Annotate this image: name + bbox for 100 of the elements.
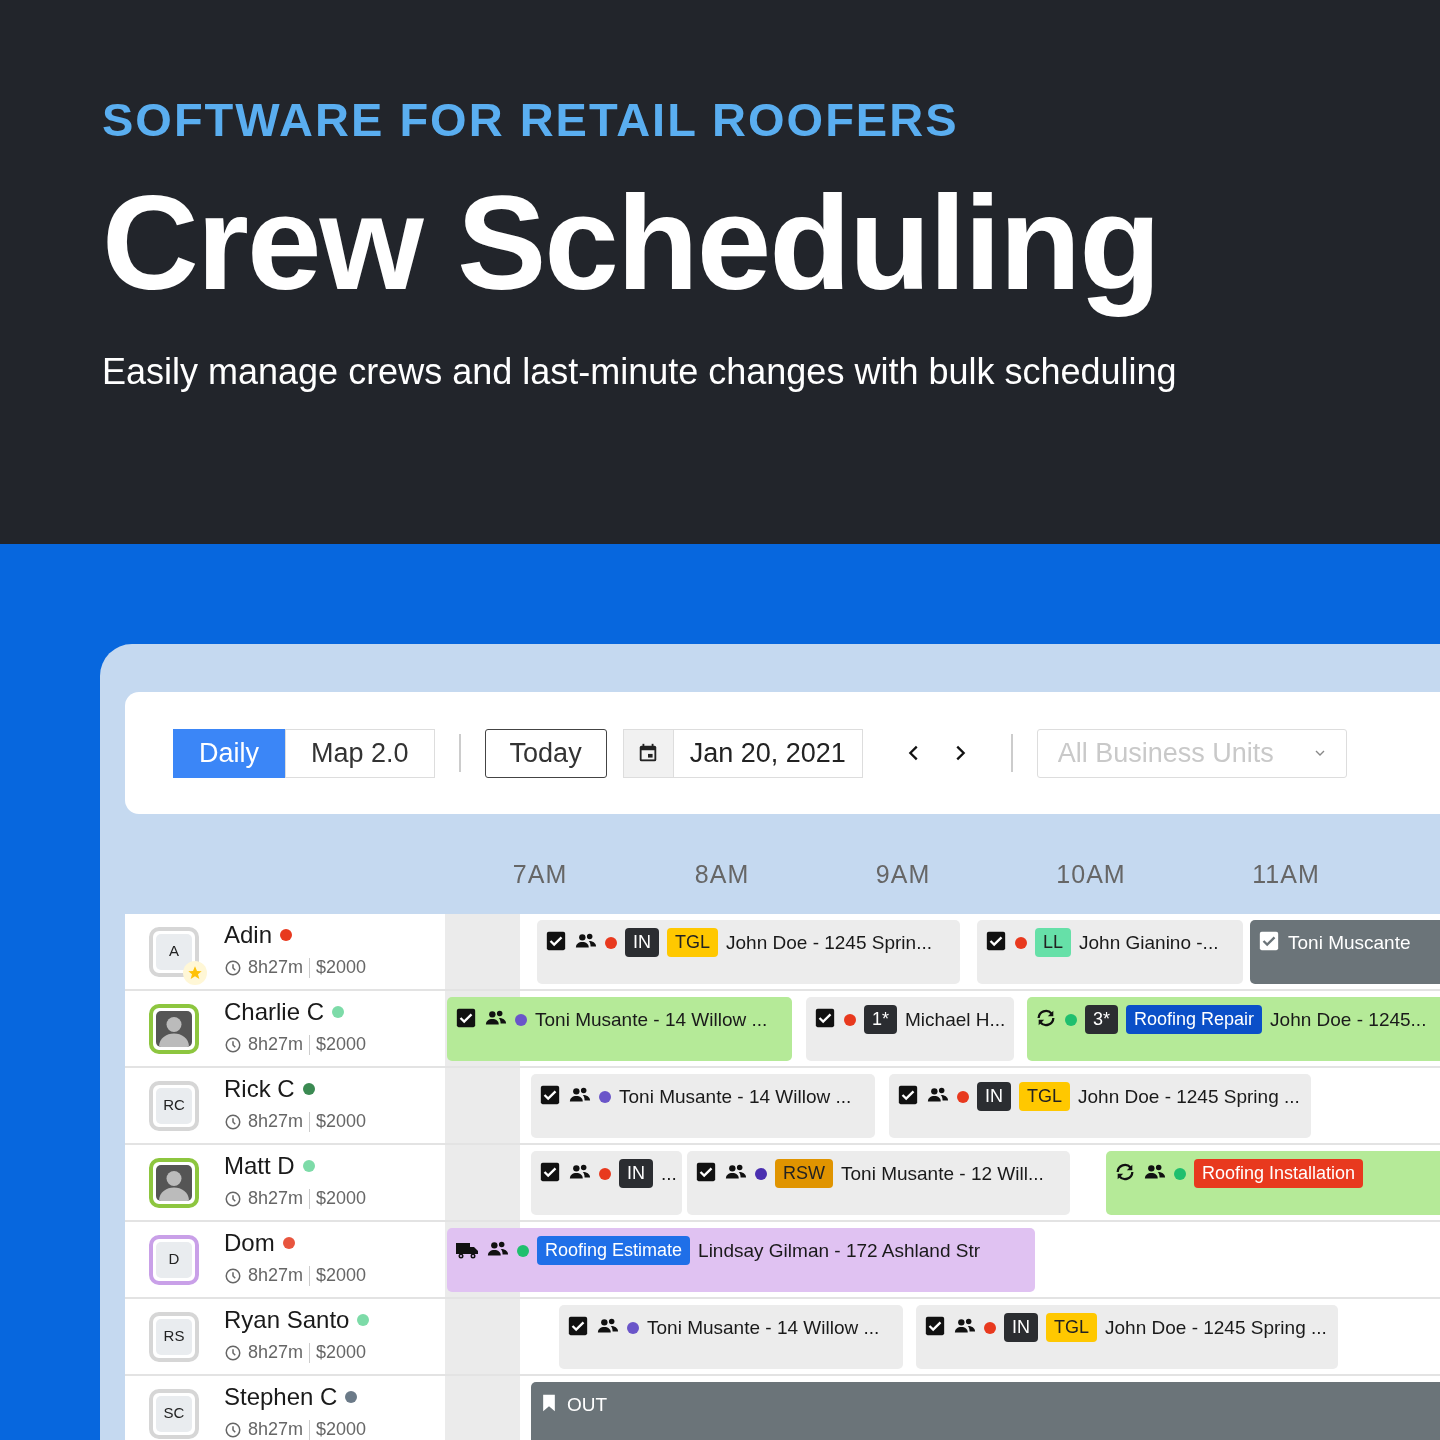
avatar-initials: RC (156, 1087, 192, 1124)
hours-text: 8h27m (248, 1110, 304, 1134)
amount-text: $2000 (316, 1110, 367, 1134)
job-event[interactable]: IN TGL John Doe - 1245 Spring ... (889, 1074, 1311, 1138)
event-text: John Doe - 1245 Sprin... (726, 931, 932, 955)
blocked-event[interactable]: OUT (531, 1382, 1440, 1440)
hour-label: 8AM (694, 859, 750, 890)
checkbox-icon[interactable] (695, 1161, 717, 1183)
checkbox-icon[interactable] (567, 1315, 589, 1337)
event-text: John Doe - 1245... (1270, 1008, 1427, 1032)
amount-text: $2000 (316, 956, 367, 980)
amount-text: $2000 (316, 1418, 367, 1440)
clock-icon (224, 1189, 242, 1208)
hours-text: 8h27m (248, 1033, 304, 1057)
event-text: OUT (567, 1393, 608, 1417)
event-text: Toni Musante - 14 Willow ... (619, 1085, 852, 1109)
clock-icon (224, 1343, 242, 1362)
blocked-event[interactable]: Toni Muscante (1250, 920, 1440, 984)
amount-text: $2000 (316, 1033, 367, 1057)
crew-name: Ryan Santo (224, 1306, 350, 1334)
hours-text: 8h27m (248, 1264, 304, 1288)
checkbox-icon[interactable] (814, 1007, 836, 1029)
tag: 1* (864, 1005, 897, 1034)
event-text: ... (661, 1162, 677, 1186)
hour-label: 7AM (512, 859, 568, 890)
amount-text: $2000 (316, 1341, 367, 1365)
job-event[interactable]: 1* Michael H... (806, 997, 1014, 1061)
tag: IN (625, 928, 659, 957)
tag: LL (1035, 928, 1072, 957)
amount-text: $2000 (316, 1264, 367, 1288)
job-event[interactable]: IN TGL John Doe - 1245 Sprin... (537, 920, 960, 984)
job-event[interactable]: Toni Musante - 14 Willow ... (559, 1305, 903, 1369)
tag: IN (977, 1082, 1011, 1111)
tag: IN (619, 1159, 653, 1188)
tag: Roofing Installation (1194, 1159, 1364, 1188)
event-text: Lindsay Gilman - 172 Ashland Str (698, 1239, 981, 1263)
event-text: Toni Muscante (1288, 931, 1411, 955)
crew-name: Dom (224, 1229, 275, 1257)
view-tab[interactable]: Map 2.0 (285, 728, 435, 778)
clock-icon (224, 1266, 242, 1285)
clock-icon (224, 1035, 242, 1054)
job-event[interactable]: Roofing Installation (1106, 1151, 1440, 1215)
crew-name: Charlie C (224, 998, 325, 1026)
hour-label: 10AM (1056, 859, 1126, 890)
job-event[interactable]: Roofing Estimate Lindsay Gilman - 172 Ashland Str (447, 1228, 1035, 1292)
job-event[interactable]: LL John Gianino -... (977, 920, 1243, 984)
tag: RSW (775, 1159, 833, 1188)
job-event[interactable]: RSW Toni Musante - 12 Will... (687, 1151, 1070, 1215)
date-picker[interactable]: Jan 20, 2021 (622, 728, 863, 778)
amount-text: $2000 (316, 1187, 367, 1211)
event-text: Toni Musante - 12 Will... (841, 1162, 1044, 1186)
event-text: John Gianino -... (1079, 931, 1219, 955)
tag: TGL (1046, 1313, 1097, 1342)
hours-text: 8h27m (248, 1418, 304, 1440)
hours-text: 8h27m (248, 956, 304, 980)
hours-text: 8h27m (248, 1341, 304, 1365)
avatar-initials: A (156, 933, 192, 970)
job-event[interactable]: Toni Musante - 14 Willow ... (447, 997, 792, 1061)
tag: 3* (1085, 1005, 1118, 1034)
checkbox-icon[interactable] (897, 1084, 919, 1106)
checkbox-icon[interactable] (455, 1007, 477, 1029)
avatar-initials: SC (156, 1395, 192, 1432)
checkbox-icon[interactable] (545, 930, 567, 952)
clock-icon (224, 958, 242, 977)
page-title: Crew Scheduling (102, 167, 1160, 319)
tag: TGL (667, 928, 718, 957)
avatar-initials: RS (156, 1318, 192, 1355)
subtitle: Easily manage crews and last-minute changes with bulk scheduling (102, 353, 1178, 390)
view-tab[interactable]: Daily (173, 728, 285, 778)
clock-icon (224, 1112, 242, 1131)
crew-name: Adin (224, 921, 273, 949)
tag: TGL (1019, 1082, 1070, 1111)
event-text: Toni Musante - 14 Willow ... (535, 1008, 768, 1032)
tag: Roofing Repair (1126, 1005, 1263, 1034)
hour-label: 11AM (1252, 859, 1320, 890)
checkbox-icon[interactable] (539, 1161, 561, 1183)
tag: Roofing Estimate (537, 1236, 691, 1265)
job-event[interactable]: 3* Roofing Repair John Doe - 1245... (1027, 997, 1440, 1061)
job-event[interactable]: IN TGL John Doe - 1245 Spring ... (916, 1305, 1338, 1369)
event-text: Michael H... (905, 1008, 1006, 1032)
avatar-initials: D (156, 1241, 192, 1278)
checkbox-icon[interactable] (924, 1315, 946, 1337)
hours-text: 8h27m (248, 1187, 304, 1211)
checkbox-icon[interactable] (1258, 930, 1280, 952)
crew-name: Rick C (224, 1075, 295, 1103)
checkbox-icon[interactable] (539, 1084, 561, 1106)
eyebrow-heading: SOFTWARE FOR RETAIL ROOFERS (102, 96, 960, 143)
tag: IN (1004, 1313, 1038, 1342)
event-text: Toni Musante - 14 Willow ... (647, 1316, 880, 1340)
crew-name: Matt D (224, 1152, 295, 1180)
checkbox-icon[interactable] (985, 930, 1007, 952)
clock-icon (224, 1420, 242, 1439)
event-text: John Doe - 1245 Spring ... (1078, 1085, 1300, 1109)
date-value: Jan 20, 2021 (688, 736, 847, 770)
job-event[interactable]: Toni Musante - 14 Willow ... (531, 1074, 875, 1138)
event-text: John Doe - 1245 Spring ... (1105, 1316, 1327, 1340)
job-event[interactable]: IN ... (531, 1151, 682, 1215)
today-button[interactable]: Today (484, 728, 607, 778)
crew-name: Stephen C (224, 1383, 338, 1411)
hour-label: 9AM (875, 859, 931, 890)
